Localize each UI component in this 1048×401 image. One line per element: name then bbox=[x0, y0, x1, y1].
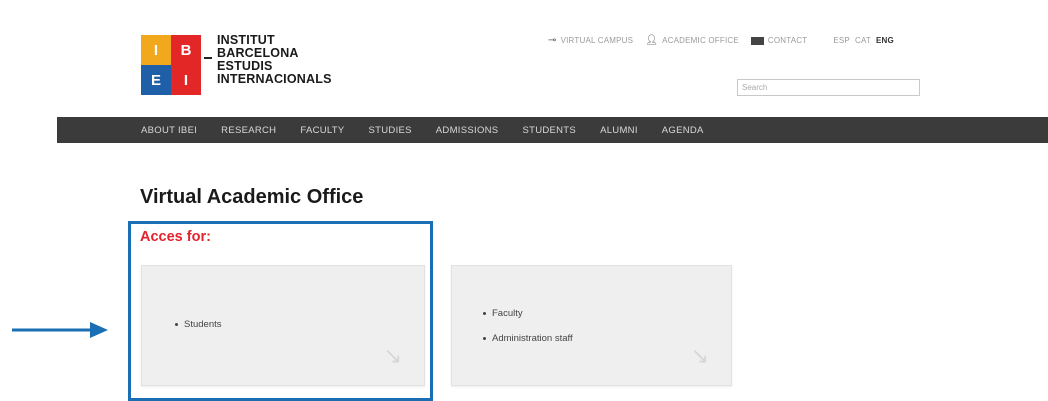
language-switcher: ESP CAT ENG bbox=[833, 36, 899, 45]
staff-card[interactable]: Faculty Administration staff ↘ bbox=[451, 265, 732, 386]
card-item-admin: Administration staff bbox=[492, 333, 573, 344]
nav-item-research[interactable]: RESEARCH bbox=[221, 125, 276, 136]
nav-item-alumni[interactable]: ALUMNI bbox=[600, 125, 638, 136]
arrow-icon: ↘ bbox=[690, 343, 709, 368]
logo-cell: E bbox=[141, 65, 171, 95]
academic-office-label: ACADEMIC OFFICE bbox=[662, 36, 739, 45]
logo-grid: I B E I bbox=[141, 35, 201, 95]
list-item: Administration staff bbox=[483, 333, 573, 344]
contact-label: CONTACT bbox=[767, 36, 808, 45]
key-icon: ⊸ bbox=[548, 35, 557, 46]
nav-item-admissions[interactable]: ADMISSIONS bbox=[436, 125, 499, 136]
virtual-campus-label: VIRTUAL CAMPUS bbox=[560, 36, 634, 45]
logo-cell: I bbox=[171, 65, 201, 95]
nav-item-students[interactable]: STUDENTS bbox=[522, 125, 576, 136]
card-item-students: Students bbox=[184, 319, 222, 330]
nav-item-about[interactable]: ABOUT IBEI bbox=[141, 125, 197, 136]
bullet bbox=[175, 323, 178, 326]
main-nav: ABOUT IBEI RESEARCH FACULTY STUDIES ADMI… bbox=[57, 117, 1048, 143]
arrow-right-icon bbox=[12, 322, 108, 338]
access-label: Acces for: bbox=[140, 229, 211, 245]
utility-links: ⊸ VIRTUAL CAMPUS 👤︎ ACADEMIC OFFICE CONT… bbox=[548, 35, 899, 46]
lang-cat[interactable]: CAT bbox=[855, 36, 871, 45]
bullet bbox=[483, 337, 486, 340]
ibei-logo[interactable]: I B E I INSTITUT BARCELONA ESTUDIS INTER… bbox=[141, 34, 332, 95]
academic-office-link[interactable]: 👤︎ ACADEMIC OFFICE bbox=[645, 35, 739, 46]
logo-line: INTERNACIONALS bbox=[217, 72, 332, 86]
nav-item-agenda[interactable]: AGENDA bbox=[662, 125, 704, 136]
logo-cell: B bbox=[171, 35, 201, 65]
envelope-icon bbox=[750, 36, 764, 45]
logo-dash bbox=[204, 57, 212, 59]
list-item: Students bbox=[175, 319, 222, 330]
contact-link[interactable]: CONTACT bbox=[750, 36, 808, 45]
card-list: Students bbox=[175, 319, 222, 344]
virtual-campus-link[interactable]: ⊸ VIRTUAL CAMPUS bbox=[548, 35, 633, 46]
arrow-icon: ↘ bbox=[383, 343, 402, 368]
logo-text: INSTITUT BARCELONA ESTUDIS INTERNACIONAL… bbox=[217, 34, 332, 86]
lang-eng[interactable]: ENG bbox=[876, 36, 894, 45]
search-input[interactable]: Search bbox=[737, 79, 920, 96]
bullet bbox=[483, 312, 486, 315]
card-item-faculty: Faculty bbox=[492, 308, 523, 319]
person-icon: 👤︎ bbox=[645, 35, 659, 46]
nav-item-faculty[interactable]: FACULTY bbox=[300, 125, 344, 136]
lang-esp[interactable]: ESP bbox=[833, 36, 850, 45]
card-list: Faculty Administration staff bbox=[483, 308, 573, 358]
list-item: Faculty bbox=[483, 308, 573, 319]
logo-cell: I bbox=[141, 35, 171, 65]
students-card[interactable]: Students ↘ bbox=[141, 265, 425, 386]
nav-item-studies[interactable]: STUDIES bbox=[369, 125, 412, 136]
page-title: Virtual Academic Office bbox=[140, 186, 364, 208]
